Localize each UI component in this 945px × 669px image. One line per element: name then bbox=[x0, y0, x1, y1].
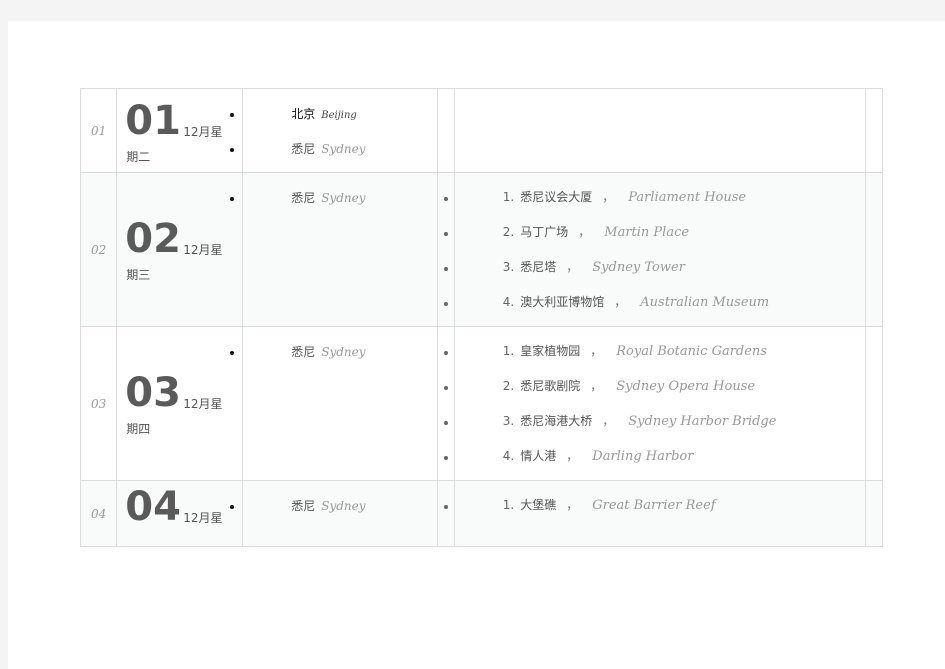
sight-item: 1. 皇家植物园 ， Royal Botanic Gardens bbox=[503, 342, 767, 359]
sight-zh: 悉尼歌剧院 bbox=[520, 379, 581, 393]
row-index: 04 bbox=[79, 480, 118, 547]
itinerary-row: 01 01 12月星 期二 北京 Beijing 悉尼 Sydney bbox=[79, 88, 884, 173]
sight-zh: 悉尼海港大桥 bbox=[520, 414, 593, 428]
bullet-icon bbox=[230, 197, 235, 201]
bullet-icon bbox=[443, 351, 448, 355]
day-number: 01 bbox=[125, 98, 181, 144]
itinerary-table: 01 01 12月星 期二 北京 Beijing 悉尼 Sydney 02 02 12月星… bbox=[79, 88, 884, 547]
month-label: 12月星 bbox=[183, 243, 223, 257]
bullet-icon bbox=[230, 505, 235, 509]
bullet-icon bbox=[443, 386, 448, 390]
city-zh: 悉尼 bbox=[291, 142, 316, 156]
city-item: 悉尼 Sydney bbox=[291, 140, 365, 157]
empty-cell bbox=[864, 326, 884, 481]
day-number: 03 bbox=[125, 370, 181, 416]
bullet-icon bbox=[443, 267, 448, 271]
city-item: 悉尼 Sydney bbox=[291, 497, 365, 514]
sight-item: 2. 马丁广场 ， Martin Place bbox=[503, 223, 689, 240]
sight-number: 1. bbox=[502, 190, 515, 204]
city-en: Sydney bbox=[321, 499, 366, 513]
sight-item: 3. 悉尼海港大桥 ， Sydney Harbor Bridge bbox=[503, 412, 777, 429]
itinerary-row: 03 03 12月星 期四 悉尼 Sydney 1. 皇家植物园 ， Royal Botan… bbox=[79, 326, 884, 481]
city-en: Sydney bbox=[321, 345, 366, 359]
sight-zh: 情人港 bbox=[520, 449, 557, 463]
sight-en: Sydney Harbor Bridge bbox=[628, 414, 777, 429]
sight-zh: 悉尼议会大厦 bbox=[520, 190, 593, 204]
weekday-label: 期四 bbox=[126, 422, 151, 436]
sight-en: Sydney Tower bbox=[592, 260, 685, 275]
city-item: 悉尼 Sydney bbox=[291, 343, 365, 360]
city-en: Sydney bbox=[321, 191, 366, 205]
sight-separator: ， bbox=[590, 344, 603, 358]
city-en: Sydney bbox=[321, 142, 366, 156]
bullet-icon bbox=[230, 351, 235, 355]
sight-separator: ， bbox=[566, 449, 579, 463]
day-number: 04 bbox=[125, 484, 181, 530]
sight-en: Australian Museum bbox=[640, 295, 770, 310]
sight-separator: ， bbox=[578, 225, 591, 239]
bullet-icon bbox=[230, 148, 235, 152]
sight-separator: ， bbox=[566, 498, 579, 512]
sight-en: Darling Harbor bbox=[592, 449, 694, 464]
sight-en: Royal Botanic Gardens bbox=[616, 344, 767, 359]
city-item: 北京 Beijing bbox=[291, 105, 357, 122]
sight-number: 2. bbox=[502, 225, 515, 239]
sight-item: 1. 悉尼议会大厦 ， Parliament House bbox=[503, 188, 746, 205]
bullet-icon bbox=[443, 302, 448, 306]
sight-number: 2. bbox=[502, 379, 515, 393]
day-number: 02 bbox=[125, 216, 181, 262]
sight-item: 1. 大堡礁 ， Great Barrier Reef bbox=[503, 496, 716, 513]
itinerary-row: 04 04 12月星 悉尼 Sydney 1. 大堡礁 ， Great Barrier R… bbox=[79, 480, 884, 547]
itinerary-row: 02 02 12月星 期三 悉尼 Sydney 1. 悉尼议会大厦 ， Parliament… bbox=[79, 172, 884, 327]
bullet-icon bbox=[443, 505, 448, 509]
bullet-icon bbox=[443, 232, 448, 236]
sight-number: 4. bbox=[502, 295, 515, 309]
sight-separator: ， bbox=[590, 379, 603, 393]
city-zh: 北京 bbox=[291, 107, 316, 121]
row-index: 01 bbox=[79, 88, 118, 173]
sight-number: 1. bbox=[502, 344, 515, 358]
month-label: 12月星 bbox=[183, 511, 223, 525]
sight-en: Parliament House bbox=[628, 190, 747, 205]
sight-separator: ， bbox=[602, 414, 615, 428]
sight-zh: 大堡礁 bbox=[520, 498, 557, 512]
weekday-label: 期二 bbox=[126, 150, 151, 164]
bullet-icon bbox=[443, 421, 448, 425]
sight-en: Great Barrier Reef bbox=[592, 498, 716, 513]
sight-en: Sydney Opera House bbox=[616, 379, 756, 394]
sight-number: 4. bbox=[502, 449, 515, 463]
sight-zh: 马丁广场 bbox=[520, 225, 569, 239]
empty-cell bbox=[864, 88, 884, 173]
sight-separator: ， bbox=[602, 190, 615, 204]
city-zh: 悉尼 bbox=[291, 191, 316, 205]
weekday-label: 期三 bbox=[126, 268, 151, 282]
sight-item: 4. 情人港 ， Darling Harbor bbox=[503, 447, 694, 464]
sight-separator: ， bbox=[566, 260, 579, 274]
empty-cell bbox=[864, 480, 884, 547]
row-index: 02 bbox=[79, 172, 118, 327]
city-zh: 悉尼 bbox=[291, 345, 316, 359]
sight-number: 3. bbox=[502, 414, 515, 428]
month-label: 12月星 bbox=[183, 125, 223, 139]
bullet-icon bbox=[443, 197, 448, 201]
sight-item: 2. 悉尼歌剧院 ， Sydney Opera House bbox=[503, 377, 755, 394]
month-label: 12月星 bbox=[183, 397, 223, 411]
city-zh: 悉尼 bbox=[291, 499, 316, 513]
city-en: Beijing bbox=[321, 110, 357, 121]
city-item: 悉尼 Sydney bbox=[291, 189, 365, 206]
sight-number: 3. bbox=[502, 260, 515, 274]
sight-zh: 澳大利亚博物馆 bbox=[520, 295, 605, 309]
sight-number: 1. bbox=[502, 498, 515, 512]
sight-item: 4. 澳大利亚博物馆 ， Australian Museum bbox=[503, 293, 769, 310]
sight-en: Martin Place bbox=[604, 225, 690, 240]
sight-zh: 皇家植物园 bbox=[520, 344, 581, 358]
bullet-icon bbox=[443, 456, 448, 460]
sight-item: 3. 悉尼塔 ， Sydney Tower bbox=[503, 258, 685, 275]
sight-separator: ， bbox=[614, 295, 627, 309]
bullet-icon bbox=[230, 113, 235, 117]
empty-cell bbox=[864, 172, 884, 327]
sight-zh: 悉尼塔 bbox=[520, 260, 557, 274]
row-index: 03 bbox=[79, 326, 118, 481]
